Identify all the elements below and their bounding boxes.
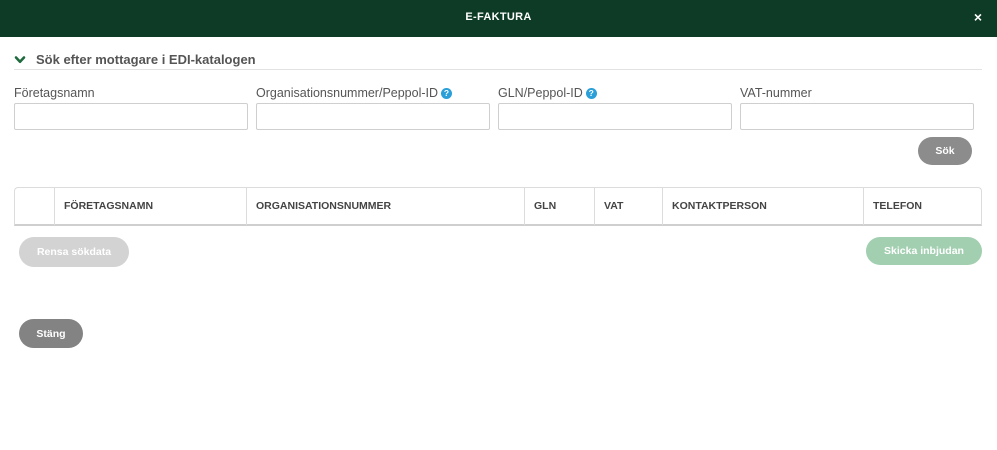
company-name-label: Företagsnamn: [14, 86, 95, 100]
vat-label-text: VAT-nummer: [740, 86, 812, 100]
section-title: Sök efter mottagare i EDI-katalogen: [36, 52, 256, 67]
clear-search-button[interactable]: Rensa sökdata: [19, 237, 129, 267]
gln-label: GLN/Peppol-ID?: [498, 86, 597, 100]
help-icon[interactable]: ?: [441, 88, 453, 99]
table-header-org-number[interactable]: ORGANISATIONSNUMMER: [246, 188, 524, 225]
org-number-label-text: Organisationsnummer/Peppol-ID: [256, 86, 439, 100]
vat-label: VAT-nummer: [740, 86, 812, 100]
table-header-vat[interactable]: VAT: [594, 188, 662, 225]
close-icon[interactable]: ×: [971, 10, 985, 24]
gln-label-text: GLN/Peppol-ID: [498, 86, 583, 100]
org-number-input[interactable]: [256, 103, 490, 130]
table-header-company[interactable]: FÖRETAGSNAMN: [54, 188, 246, 225]
help-icon[interactable]: ?: [585, 88, 597, 99]
chevron-down-icon: [14, 56, 26, 64]
table-header-gln[interactable]: GLN: [524, 188, 594, 225]
table-header-phone[interactable]: TELEFON: [863, 188, 981, 225]
org-number-label: Organisationsnummer/Peppol-ID?: [256, 86, 453, 100]
close-button[interactable]: Stäng: [19, 319, 83, 348]
vat-input[interactable]: [740, 103, 974, 130]
company-name-input[interactable]: [14, 103, 248, 130]
gln-input[interactable]: [498, 103, 732, 130]
dialog-titlebar: E-FAKTURA ×: [0, 0, 997, 37]
results-table: FÖRETAGSNAMN ORGANISATIONSNUMMER GLN VAT…: [14, 187, 982, 226]
edi-search-section-header[interactable]: Sök efter mottagare i EDI-katalogen: [14, 52, 982, 70]
table-header-select: [15, 188, 54, 225]
dialog-title: E-FAKTURA: [465, 11, 532, 23]
table-header-contact[interactable]: KONTAKTPERSON: [662, 188, 863, 225]
company-name-label-text: Företagsnamn: [14, 86, 95, 100]
search-button[interactable]: Sök: [918, 137, 972, 165]
send-invitation-button[interactable]: Skicka inbjudan: [866, 237, 982, 265]
